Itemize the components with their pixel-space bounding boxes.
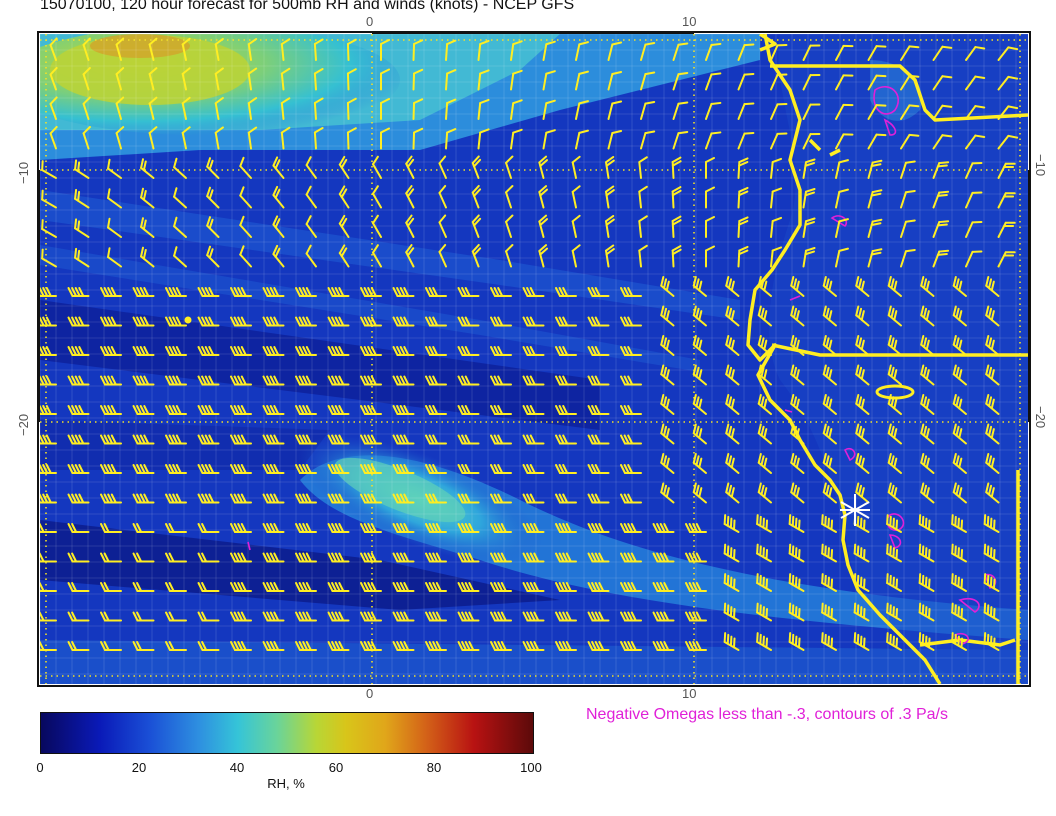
bottom-tick-0: 0	[366, 686, 374, 701]
colorbar-tick-20: 20	[131, 760, 147, 775]
omega-note: Negative Omegas less than -.3, contours …	[586, 706, 948, 723]
top-tick-0: 0	[366, 14, 374, 29]
right-tick-1: −20	[1033, 406, 1048, 429]
bottom-tick-1: 10	[682, 686, 697, 701]
top-tick-1: 10	[682, 14, 697, 29]
colorbar-tick-40: 40	[229, 760, 245, 775]
left-tick-1: −20	[16, 413, 31, 436]
colorbar-tick-0: 0	[36, 760, 44, 775]
right-tick-0: −10	[1033, 154, 1048, 177]
colorbar-tick-60: 60	[328, 760, 344, 775]
colorbar-label: RH, %	[267, 776, 305, 791]
forecast-map	[37, 31, 1031, 687]
island-dot	[184, 316, 192, 324]
colorbar-tick-100: 100	[520, 760, 542, 775]
colorbar-tick-80: 80	[426, 760, 442, 775]
left-tick-0: −10	[16, 161, 31, 184]
rh-colorbar	[40, 712, 534, 754]
